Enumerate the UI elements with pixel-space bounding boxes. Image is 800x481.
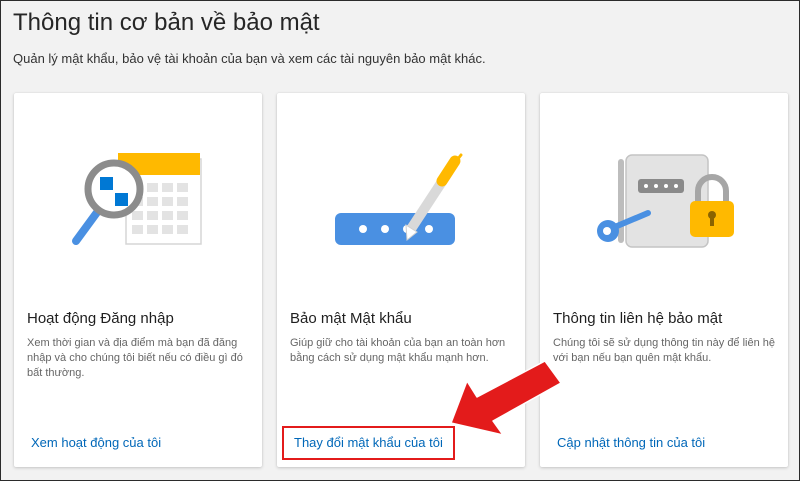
view-activity-link[interactable]: Xem hoạt động của tôi xyxy=(31,434,161,452)
update-info-link[interactable]: Cập nhật thông tin của tôi xyxy=(557,434,705,452)
security-basics-page: Thông tin cơ bản về bảo mật Quản lý mật … xyxy=(0,0,800,481)
card-sign-in-activity: Hoạt động Đăng nhập Xem thời gian và địa… xyxy=(14,93,262,467)
card-security-info: Thông tin liên hệ bảo mật Chúng tôi sẽ s… xyxy=(540,93,788,467)
card-title: Hoạt động Đăng nhập xyxy=(27,310,174,327)
password-field-pen-icon xyxy=(335,153,463,245)
red-arrow-icon xyxy=(450,360,562,436)
security-info-lock-icon xyxy=(597,154,734,248)
card-title: Thông tin liên hệ bảo mật xyxy=(553,310,723,327)
change-password-link[interactable]: Thay đổi mật khẩu của tôi xyxy=(282,426,455,460)
page-subtitle: Quản lý mật khẩu, bảo vệ tài khoản của b… xyxy=(13,51,486,66)
card-description: Xem thời gian và địa điểm mà bạn đã đăng… xyxy=(27,337,243,379)
card-description: Chúng tôi sẽ sử dụng thông tin này để li… xyxy=(553,337,776,364)
card-title: Bảo mật Mật khẩu xyxy=(290,310,412,327)
sign-in-activity-icon xyxy=(72,153,202,245)
page-title: Thông tin cơ bản về bảo mật xyxy=(13,9,320,36)
